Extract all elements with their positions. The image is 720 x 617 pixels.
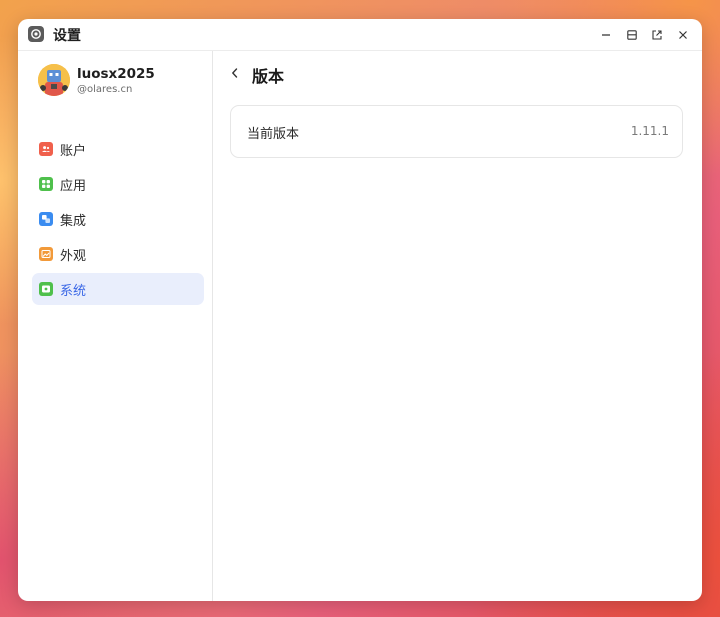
account-icon <box>39 142 53 156</box>
minimize-icon <box>602 34 610 36</box>
user-handle: @olares.cn <box>77 84 133 95</box>
settings-window: 设置 luosx2025 @olares.cn 账户 应用 集成 外观 系统 版… <box>18 19 702 601</box>
avatar[interactable] <box>38 64 70 96</box>
sidebar-item-apps[interactable]: 应用 <box>32 168 204 200</box>
user-name: luosx2025 <box>77 66 155 82</box>
external-link-icon <box>652 30 662 40</box>
sidebar-item-integration[interactable]: 集成 <box>32 203 204 235</box>
sidebar: luosx2025 @olares.cn 账户 应用 集成 外观 系统 <box>18 51 213 601</box>
restore-icon <box>627 30 637 40</box>
window-title: 设置 <box>53 28 81 44</box>
gear-icon <box>28 26 44 42</box>
appearance-icon <box>39 247 53 261</box>
sidebar-item-label: 集成 <box>60 213 87 229</box>
back-button[interactable] <box>227 64 243 82</box>
maximize-button[interactable] <box>623 26 641 44</box>
sidebar-item-label: 外观 <box>60 248 87 264</box>
integration-icon <box>39 212 53 226</box>
version-card: 当前版本 1.11.1 <box>230 105 683 158</box>
minimize-button[interactable] <box>597 26 615 44</box>
version-label: 当前版本 <box>247 127 300 142</box>
popout-button[interactable] <box>648 26 666 44</box>
sidebar-item-label: 应用 <box>60 178 87 194</box>
sidebar-item-account[interactable]: 账户 <box>32 133 204 165</box>
page-title: 版本 <box>252 67 285 86</box>
close-button[interactable] <box>674 26 692 44</box>
apps-icon <box>39 177 53 191</box>
chevron-left-icon <box>232 68 238 78</box>
title-bar: 设置 <box>18 19 702 51</box>
sidebar-item-appearance[interactable]: 外观 <box>32 238 204 270</box>
sidebar-item-label: 系统 <box>60 283 87 299</box>
sidebar-item-label: 账户 <box>60 143 87 159</box>
system-icon <box>39 282 53 296</box>
close-icon <box>679 31 687 39</box>
sidebar-item-system[interactable]: 系统 <box>32 273 204 305</box>
main-panel: 版本 当前版本 1.11.1 <box>213 51 702 601</box>
version-value: 1.11.1 <box>630 124 669 138</box>
